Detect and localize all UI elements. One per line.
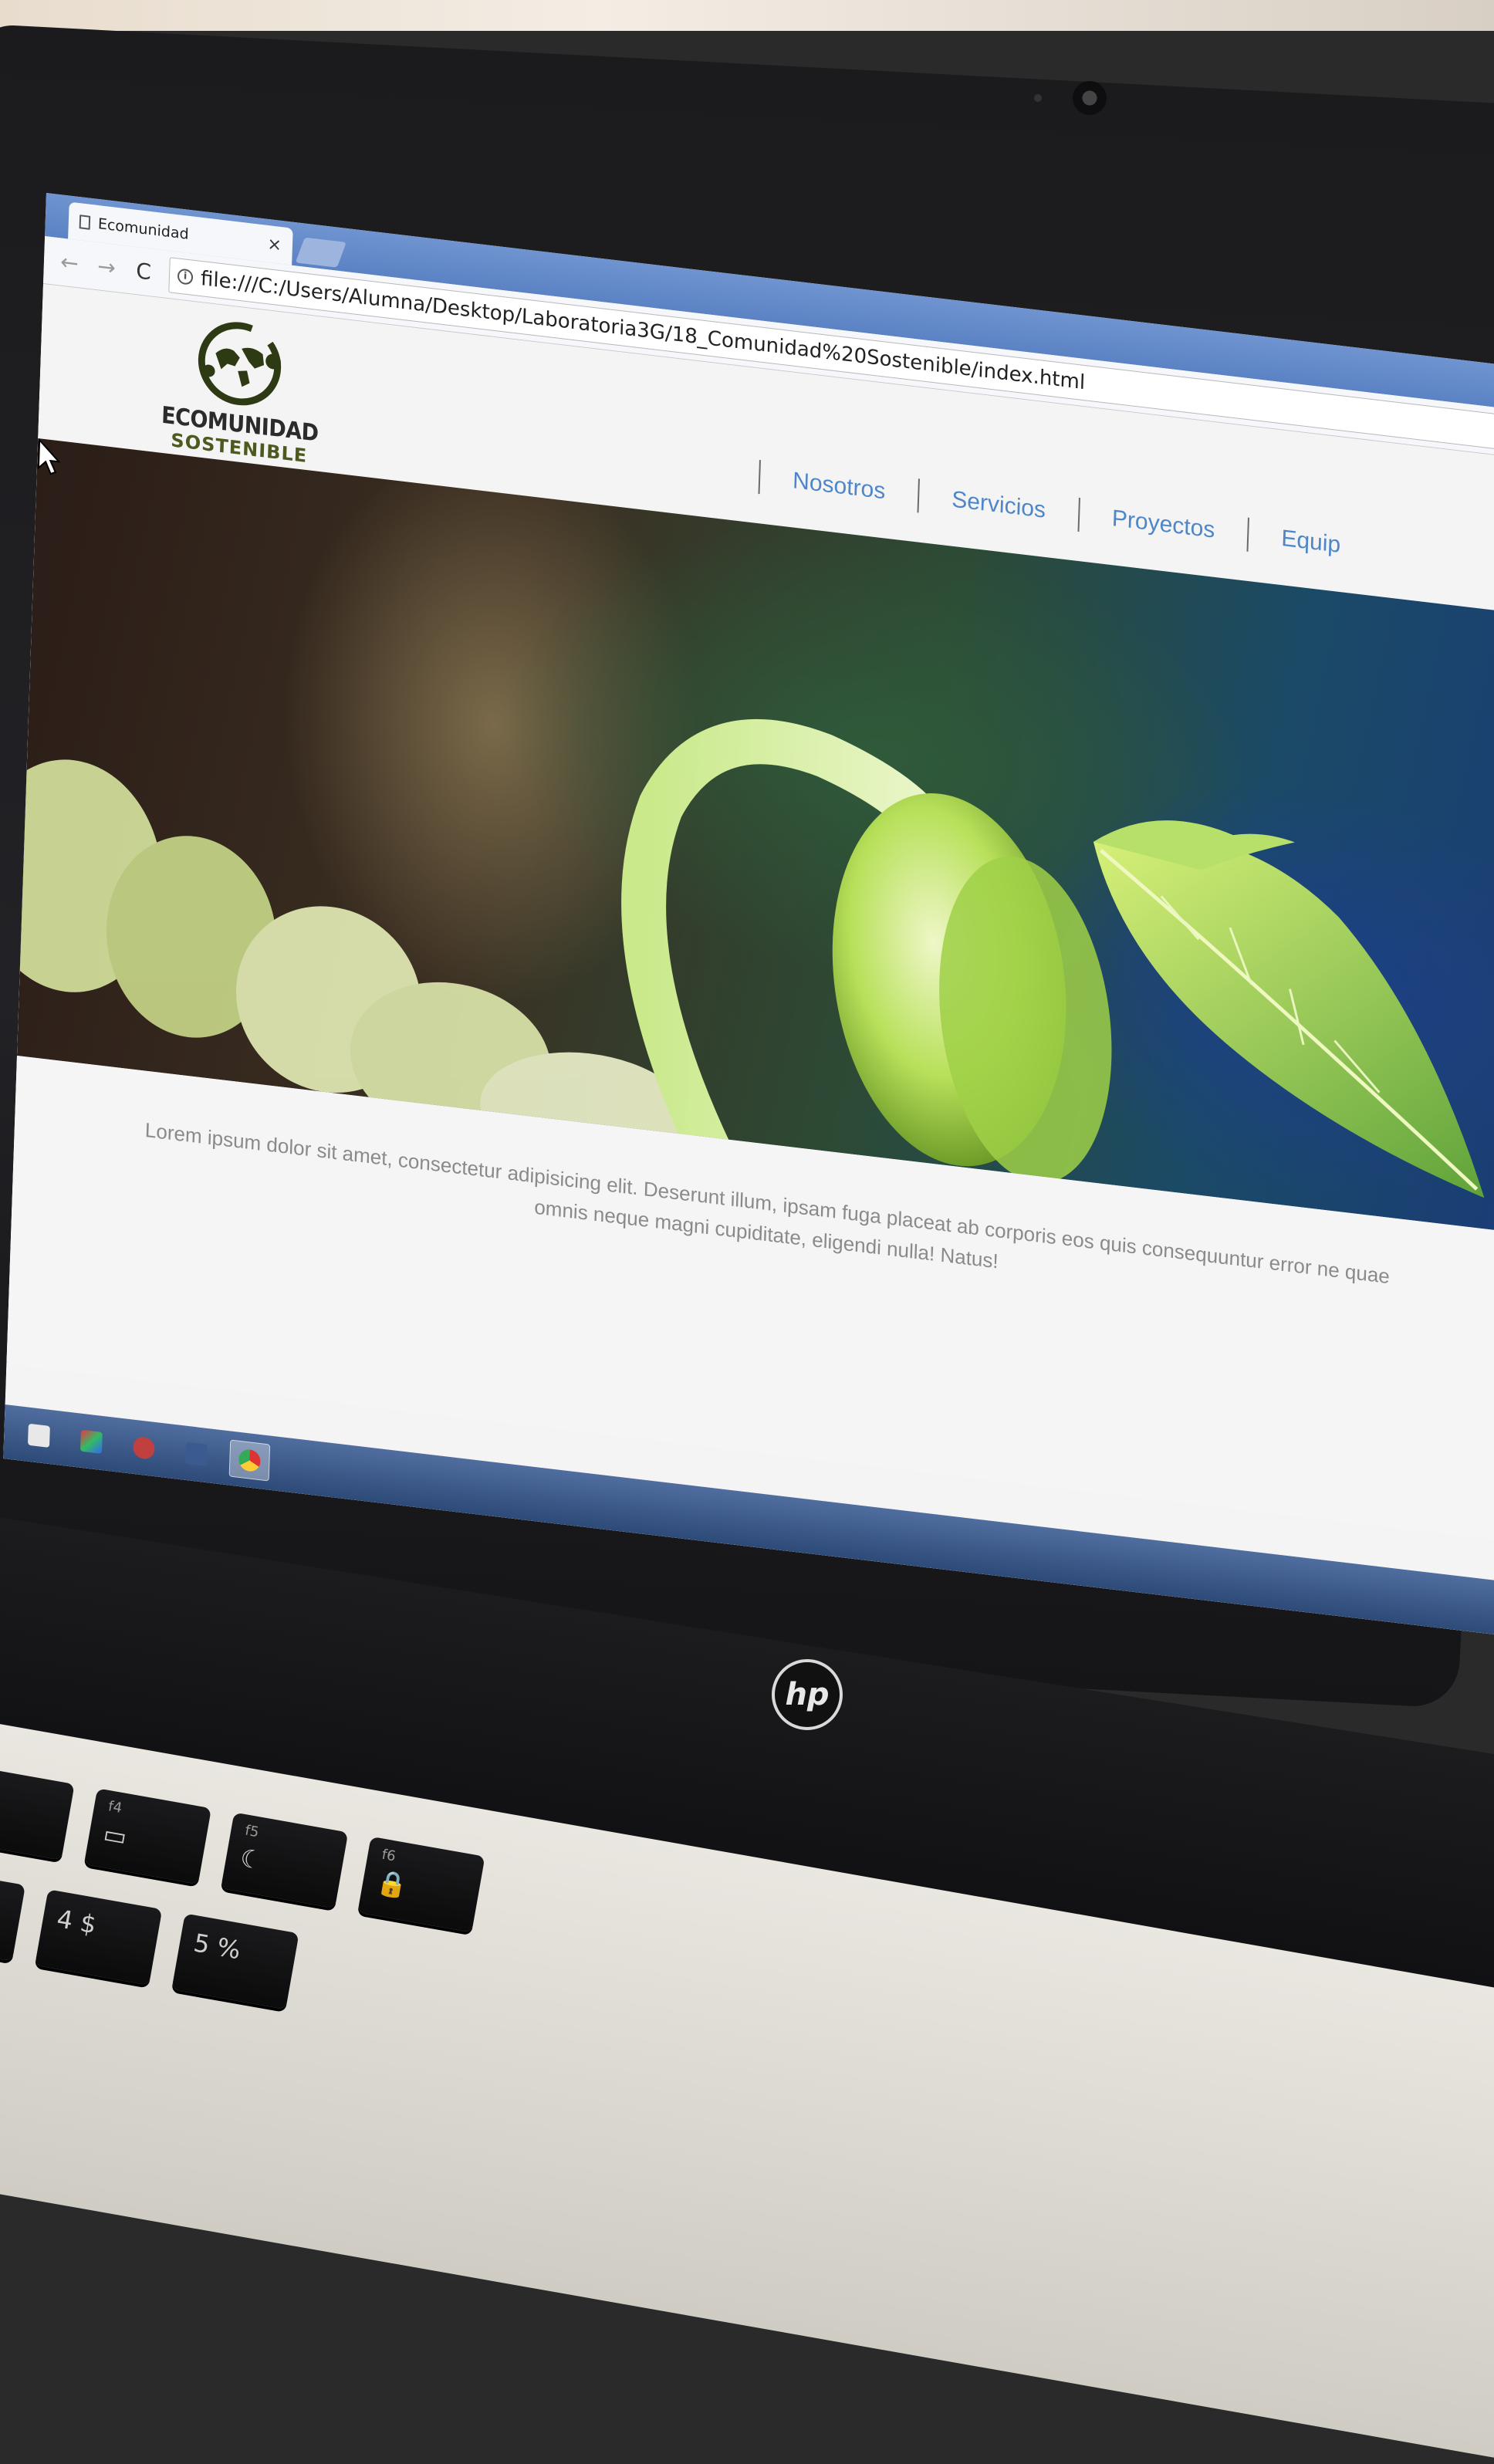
key-symbol: 5 %: [191, 1928, 243, 1965]
nav-separator: [758, 459, 761, 495]
new-tab-button[interactable]: [295, 237, 346, 268]
explorer-icon[interactable]: [177, 1434, 217, 1474]
mouse-cursor-icon: [37, 438, 61, 475]
laptop-screen: Ecomunidad × ← → C i file:///C:/Users/Al…: [3, 193, 1494, 1645]
keyboard-key-f3[interactable]: f3 ▣: [0, 1764, 75, 1861]
desk-surface: [0, 0, 1494, 31]
key-fn-label: f3: [0, 1774, 59, 1805]
document-icon: [79, 215, 91, 230]
nav-separator: [1246, 517, 1250, 552]
reload-button[interactable]: C: [131, 257, 155, 286]
forward-button[interactable]: →: [94, 253, 118, 282]
keyboard-key-3[interactable]: 3: [0, 1864, 25, 1962]
keyboard-key-f5[interactable]: f5 ☾: [221, 1812, 349, 1909]
keyboard-key-f4[interactable]: f4 ▭: [83, 1788, 211, 1884]
back-button[interactable]: ←: [57, 248, 81, 277]
chrome-icon[interactable]: [228, 1439, 271, 1482]
site-logo[interactable]: ECOMUNIDAD SOSTENIBLE: [154, 309, 328, 468]
globe-logo-icon: [198, 322, 282, 406]
start-icon[interactable]: [19, 1415, 59, 1455]
hp-logo-icon: hp: [772, 1659, 843, 1730]
nav-item-servicios[interactable]: Servicios: [951, 486, 1046, 523]
nav-separator: [1077, 497, 1080, 532]
key-symbol: 4 $: [54, 1904, 99, 1940]
key-symbol: 3: [0, 1880, 9, 1924]
keyboard-key-5[interactable]: 5 %: [171, 1913, 299, 2010]
nav-item-equipo[interactable]: Equip: [1281, 526, 1341, 559]
nav-separator: [917, 478, 921, 513]
keyboard-key-f6[interactable]: f6 🔒: [357, 1836, 485, 1933]
nav-item-proyectos[interactable]: Proyectos: [1111, 505, 1215, 544]
info-icon[interactable]: i: [177, 267, 194, 286]
webcam-led: [1034, 94, 1042, 102]
webcam-icon: [1073, 81, 1107, 115]
paint-icon[interactable]: [72, 1421, 112, 1462]
app-icon[interactable]: [124, 1428, 164, 1468]
keyboard-key-4[interactable]: 4 $: [35, 1889, 163, 1986]
close-tab-icon[interactable]: ×: [267, 234, 282, 255]
nav-item-nosotros[interactable]: Nosotros: [793, 468, 886, 505]
